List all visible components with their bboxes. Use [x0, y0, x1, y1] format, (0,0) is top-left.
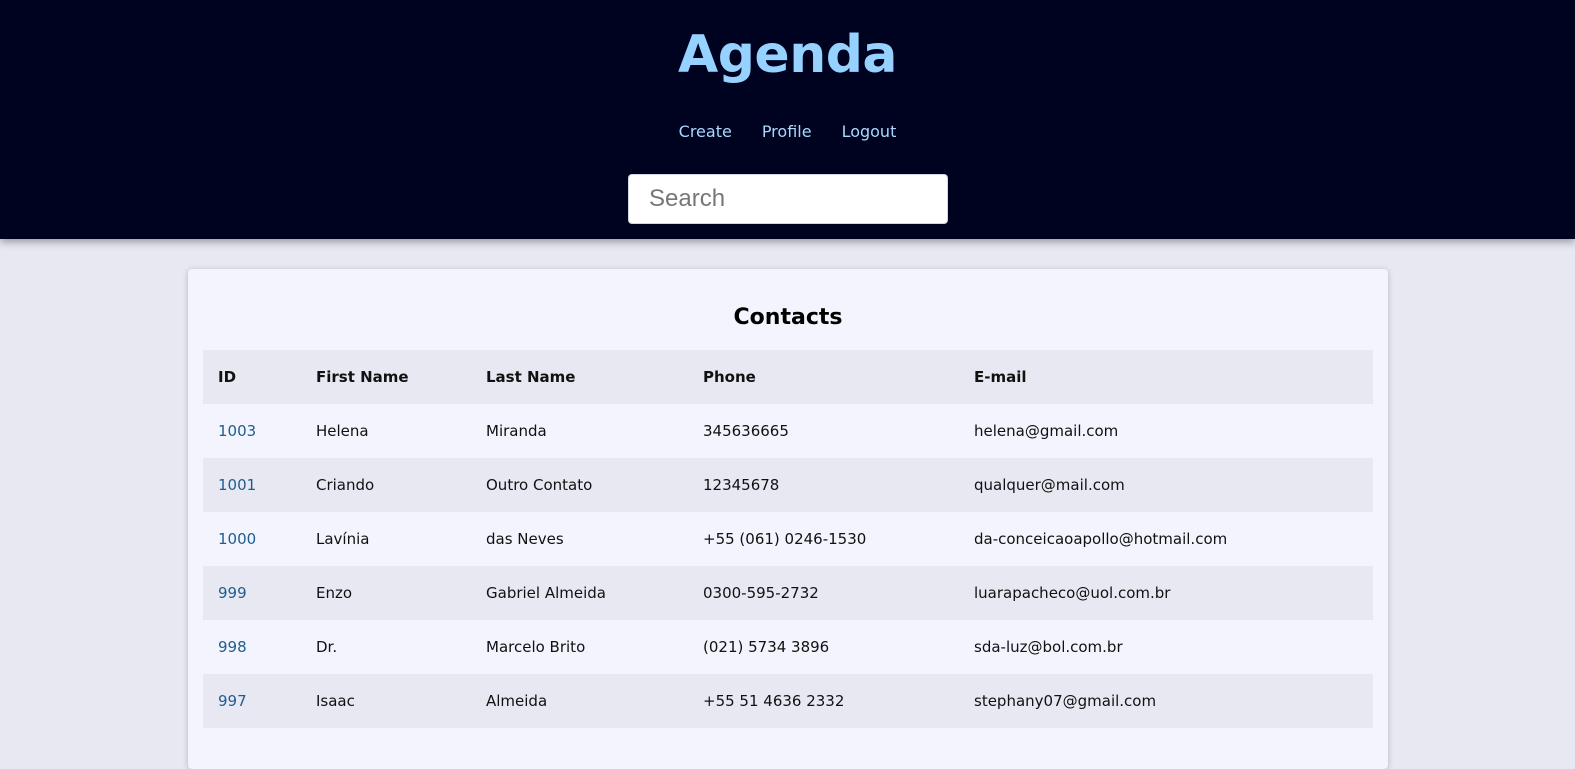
cell-last-name: Miranda [471, 404, 688, 458]
contact-id-link[interactable]: 1000 [218, 530, 256, 548]
cell-email: da-conceicaoapollo@hotmail.com [959, 512, 1373, 566]
cell-phone: (021) 5734 3896 [688, 620, 959, 674]
column-header-email: E-mail [959, 350, 1373, 404]
cell-first-name: Isaac [301, 674, 471, 728]
cell-last-name: Gabriel Almeida [471, 566, 688, 620]
cell-email: qualquer@mail.com [959, 458, 1373, 512]
contact-id-link[interactable]: 1001 [218, 476, 256, 494]
cell-first-name: Enzo [301, 566, 471, 620]
cell-last-name: Marcelo Brito [471, 620, 688, 674]
column-header-first-name: First Name [301, 350, 471, 404]
cell-phone: +55 51 4636 2332 [688, 674, 959, 728]
cell-id: 1001 [203, 458, 301, 512]
cell-last-name: das Neves [471, 512, 688, 566]
nav-logout-link[interactable]: Logout [842, 121, 897, 143]
table-row: 998 Dr. Marcelo Brito (021) 5734 3896 sd… [203, 620, 1373, 674]
table-header-row: ID First Name Last Name Phone E-mail [203, 350, 1373, 404]
column-header-phone: Phone [688, 350, 959, 404]
table-row: 1003 Helena Miranda 345636665 helena@gma… [203, 404, 1373, 458]
column-header-last-name: Last Name [471, 350, 688, 404]
nav-create-link[interactable]: Create [679, 121, 732, 143]
contact-id-link[interactable]: 997 [218, 692, 247, 710]
cell-first-name: Helena [301, 404, 471, 458]
contacts-table: ID First Name Last Name Phone E-mail 100… [203, 350, 1373, 728]
cell-id: 1003 [203, 404, 301, 458]
table-row: 1001 Criando Outro Contato 12345678 qual… [203, 458, 1373, 512]
cell-id: 999 [203, 566, 301, 620]
nav-profile-link[interactable]: Profile [762, 121, 812, 143]
contact-id-link[interactable]: 1003 [218, 422, 256, 440]
cell-phone: 0300-595-2732 [688, 566, 959, 620]
table-row: 1000 Lavínia das Neves +55 (061) 0246-15… [203, 512, 1373, 566]
search-input[interactable] [628, 174, 948, 224]
contact-id-link[interactable]: 999 [218, 584, 247, 602]
contacts-title: Contacts [733, 305, 843, 330]
cell-email: stephany07@gmail.com [959, 674, 1373, 728]
cell-phone: 12345678 [688, 458, 959, 512]
column-header-id: ID [203, 350, 301, 404]
main-nav: Create Profile Logout [0, 121, 1575, 143]
cell-id: 1000 [203, 512, 301, 566]
contact-id-link[interactable]: 998 [218, 638, 247, 656]
app-title: Agenda [677, 25, 898, 85]
cell-email: sda-luz@bol.com.br [959, 620, 1373, 674]
cell-email: luarapacheco@uol.com.br [959, 566, 1373, 620]
cell-phone: +55 (061) 0246-1530 [688, 512, 959, 566]
cell-email: helena@gmail.com [959, 404, 1373, 458]
cell-first-name: Lavínia [301, 512, 471, 566]
cell-id: 998 [203, 620, 301, 674]
cell-phone: 345636665 [688, 404, 959, 458]
cell-first-name: Criando [301, 458, 471, 512]
cell-last-name: Outro Contato [471, 458, 688, 512]
app-header: Agenda Create Profile Logout [0, 0, 1575, 239]
table-row: 997 Isaac Almeida +55 51 4636 2332 steph… [203, 674, 1373, 728]
cell-id: 997 [203, 674, 301, 728]
cell-first-name: Dr. [301, 620, 471, 674]
table-row: 999 Enzo Gabriel Almeida 0300-595-2732 l… [203, 566, 1373, 620]
cell-last-name: Almeida [471, 674, 688, 728]
